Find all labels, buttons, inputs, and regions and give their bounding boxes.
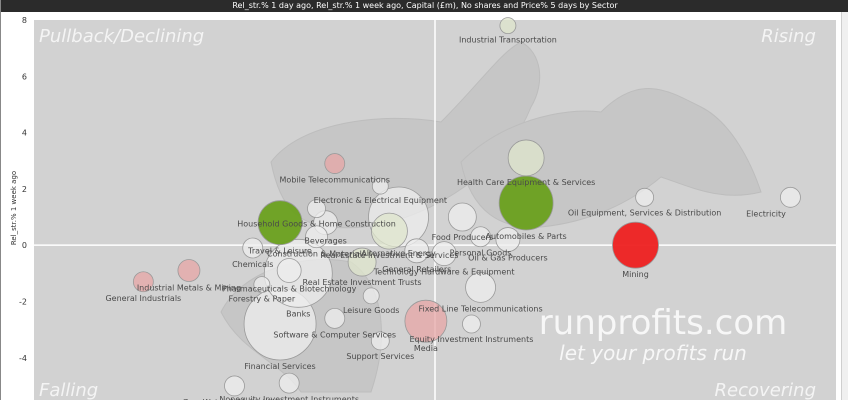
y-tick-label: -4 bbox=[19, 354, 27, 363]
bubble-label: Equity Investment Instruments bbox=[410, 335, 534, 344]
y-tick-label: 6 bbox=[22, 72, 27, 81]
bubble-label: Technology Hardware & Equipment bbox=[373, 268, 515, 277]
y-tick-labels: -4 -2 0 2 4 6 8 bbox=[19, 16, 27, 363]
y-tick-label: 4 bbox=[22, 129, 27, 138]
bubble-label: Beverages bbox=[304, 237, 346, 246]
bubble-label: Oil Equipment, Services & Distribution bbox=[568, 208, 722, 217]
quadrant-label-bottom-left: Falling bbox=[39, 380, 98, 400]
bubble-label: Leisure Goods bbox=[343, 306, 400, 315]
bubble-label: Mining bbox=[622, 270, 649, 279]
bubble-label: Mobile Telecommunications bbox=[280, 176, 390, 185]
bubble-label: Software & Computer Services bbox=[273, 330, 396, 339]
bubble[interactable] bbox=[635, 187, 655, 207]
bubble-label: Electricity bbox=[746, 209, 786, 218]
quadrant-label-bottom-right: Recovering bbox=[715, 380, 816, 400]
bubble[interactable] bbox=[276, 258, 302, 283]
bubble-label: Forestry & Paper bbox=[229, 295, 296, 304]
bubble-label: Health Care Equipment & Services bbox=[457, 178, 595, 187]
watermark-tagline: let your profits run bbox=[559, 341, 747, 365]
chart-window: Rel_str.% 1 day ago, Rel_str.% 1 week ag… bbox=[0, 0, 848, 400]
bubble[interactable] bbox=[462, 314, 481, 334]
bubble[interactable] bbox=[499, 17, 517, 35]
watermark-domain: runprofits.com bbox=[539, 303, 788, 343]
bubble[interactable] bbox=[177, 259, 201, 282]
bubble[interactable] bbox=[278, 372, 300, 394]
bubble[interactable] bbox=[465, 272, 496, 303]
bubble-label: Support Services bbox=[346, 352, 414, 361]
bubble[interactable] bbox=[371, 212, 408, 250]
quadrant-label-top-right: Rising bbox=[761, 26, 816, 47]
quadrant-label-top-left: Pullback/Declining bbox=[39, 26, 204, 47]
bubble[interactable] bbox=[362, 287, 380, 305]
bubble-label: Financial Services bbox=[244, 362, 315, 371]
y-tick-label: 2 bbox=[22, 185, 27, 194]
bubble-label: Industrial Metals & Mining bbox=[137, 284, 241, 293]
bubble-label: Oil & Gas Producers bbox=[468, 254, 548, 263]
y-axis-label: Rel_str.% 1 week ago bbox=[10, 171, 18, 245]
bubble-label: General Industrials bbox=[105, 294, 181, 303]
bubble[interactable] bbox=[612, 221, 659, 269]
bubble[interactable] bbox=[780, 186, 801, 208]
bubble-label: Real Estate Investment & Services bbox=[320, 251, 458, 260]
bubble[interactable] bbox=[507, 139, 545, 177]
bubble-label: Automobiles & Parts bbox=[486, 232, 567, 241]
vertical-scrollbar[interactable] bbox=[841, 12, 848, 400]
y-tick-label: 8 bbox=[22, 16, 27, 25]
bubble[interactable] bbox=[324, 153, 346, 174]
bubble-label: Pharmaceuticals & Biotechnology bbox=[222, 285, 357, 294]
bubble-label: Food Producers bbox=[432, 233, 493, 242]
bubble[interactable] bbox=[324, 307, 346, 329]
bubble-label: Media bbox=[414, 344, 438, 353]
window-title: Rel_str.% 1 day ago, Rel_str.% 1 week ag… bbox=[1, 0, 848, 12]
bubble-label: Household Goods & Home Construction bbox=[237, 220, 396, 229]
bubble[interactable] bbox=[447, 202, 477, 232]
bubble-label: Chemicals bbox=[232, 260, 273, 269]
bubble-chart: Pullback/Declining Rising Falling Recove… bbox=[10, 16, 836, 400]
y-tick-label: 0 bbox=[22, 241, 27, 250]
y-tick-label: -2 bbox=[19, 297, 27, 306]
bubble-label: Fixed Line Telecommunications bbox=[419, 304, 543, 313]
bubble-label: Industrial Transportation bbox=[459, 36, 557, 45]
bubble-label: Banks bbox=[286, 309, 310, 318]
bubble-label: Electronic & Electrical Equipment bbox=[314, 196, 448, 205]
bubble[interactable] bbox=[224, 375, 245, 397]
